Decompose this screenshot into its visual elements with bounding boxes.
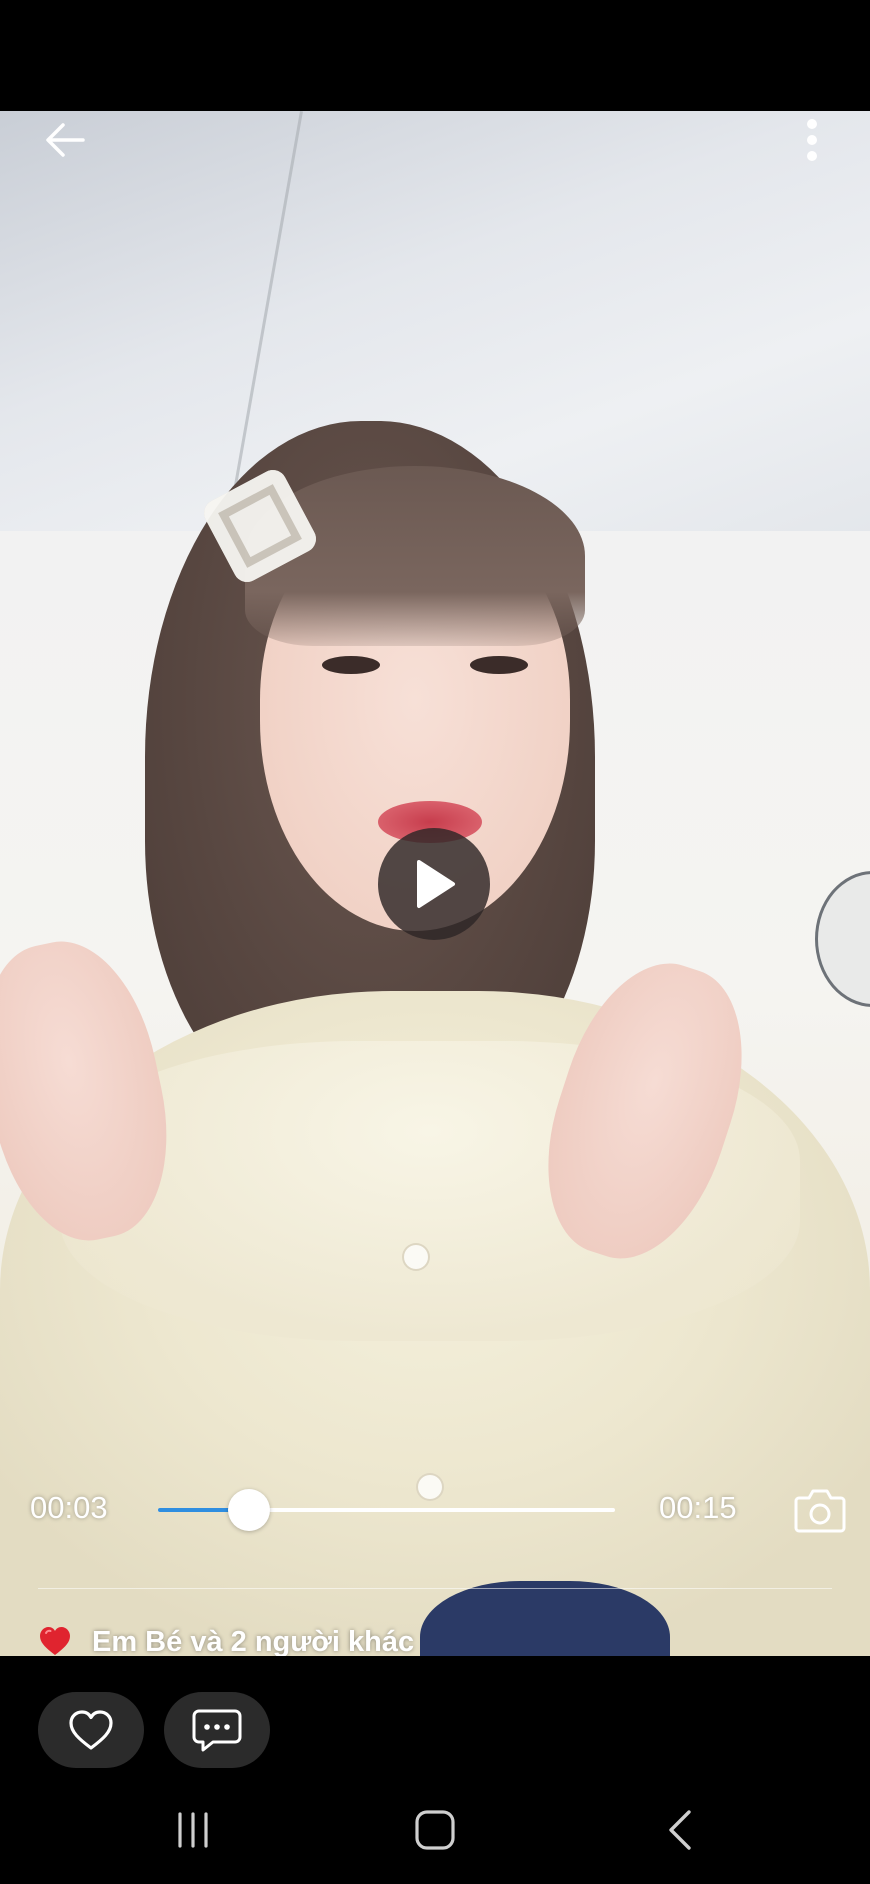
chevron-left-icon — [669, 1810, 691, 1850]
arrow-left-icon — [46, 123, 85, 157]
back-button[interactable] — [36, 110, 96, 170]
snapshot-button[interactable] — [790, 1480, 850, 1540]
divider — [38, 1588, 832, 1589]
comment-button[interactable] — [164, 1692, 270, 1768]
status-bar — [0, 0, 870, 111]
home-icon — [415, 1810, 455, 1850]
more-options-button[interactable] — [782, 110, 842, 170]
recents-icon — [178, 1812, 208, 1848]
home-button[interactable] — [395, 1800, 475, 1860]
left-eye — [322, 656, 380, 674]
system-back-button[interactable] — [640, 1800, 720, 1860]
total-duration: 00:15 — [659, 1490, 737, 1525]
heart-outline-icon — [69, 1710, 113, 1750]
more-vertical-icon — [807, 119, 817, 161]
camera-icon — [794, 1489, 846, 1533]
play-button[interactable] — [378, 828, 490, 940]
right-eye — [470, 656, 528, 674]
red-heart-icon — [40, 1627, 70, 1655]
current-time: 00:03 — [30, 1490, 108, 1525]
shirt-button — [418, 1475, 442, 1499]
chat-bubble-icon — [192, 1709, 242, 1752]
like-button[interactable] — [38, 1692, 144, 1768]
shirt-button — [404, 1245, 428, 1269]
reaction-summary-text: Em Bé và 2 người khác — [92, 1625, 415, 1658]
recents-button[interactable] — [153, 1800, 233, 1860]
seek-bar[interactable] — [158, 1489, 615, 1531]
play-icon — [417, 860, 455, 908]
